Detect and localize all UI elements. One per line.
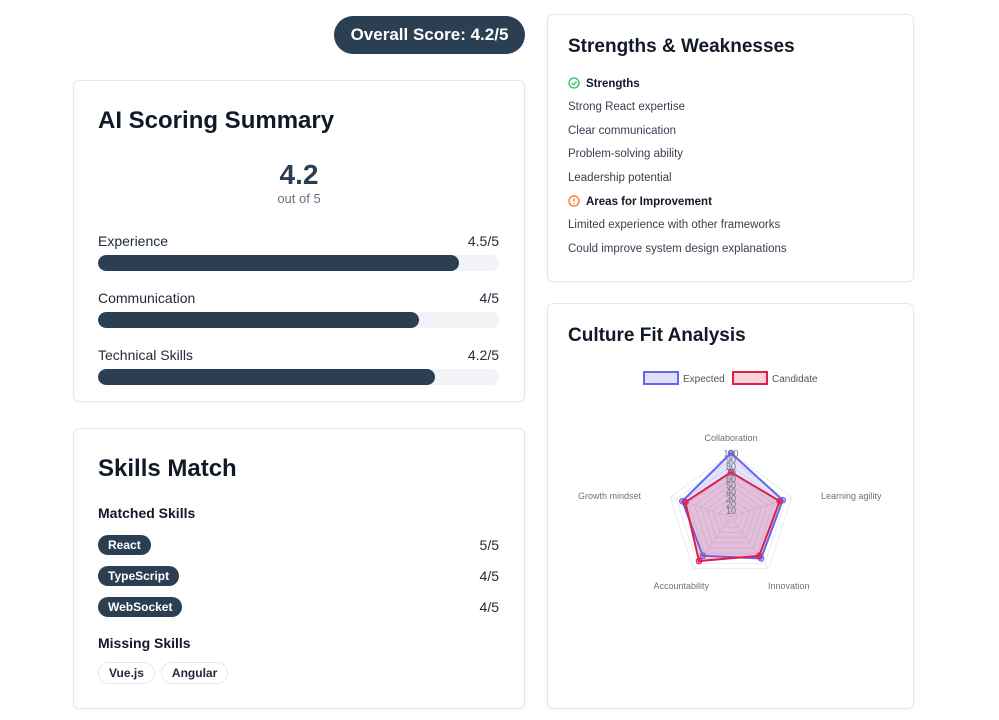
skill-tag: TypeScript (98, 565, 180, 586)
list-item: Clear communication (568, 124, 677, 137)
list-item: Could improve system design explanations (568, 242, 787, 255)
score-bar-value: 4.2/5 (467, 347, 499, 363)
skill-score: 4/5 (479, 567, 499, 584)
check-circle-icon (568, 76, 580, 92)
ai-scoring-summary-title: AI Scoring Summary (98, 107, 335, 134)
improvements-list: Limited experience with other frameworks… (568, 214, 901, 261)
radar-category-label: Innovation (768, 581, 810, 591)
strengths-heading-label: Strengths (586, 78, 640, 90)
big-score: 4.2 (279, 159, 319, 190)
radar-category-label: Learning agility (821, 491, 882, 501)
radar-point (695, 557, 703, 565)
radar-point (755, 552, 763, 560)
score-display: 4.2 out of 5 (74, 159, 524, 206)
ai-scoring-summary-card: AI Scoring Summary 4.2 out of 5 Experien… (73, 80, 525, 402)
strengths-weaknesses-card: Strengths & Weaknesses Strengths Strong … (547, 14, 914, 282)
score-bar-item: Communication 4/5 (98, 290, 499, 328)
list-item: Leadership potential (568, 171, 672, 184)
score-bar-value: 4/5 (479, 290, 499, 306)
out-of-label: out of 5 (277, 191, 321, 206)
score-bar-label: Experience (98, 233, 169, 249)
culture-fit-radar-chart: Expected Candidate102030405060708090100Co… (578, 371, 882, 591)
improvements-heading-label: Areas for Improvement (586, 196, 712, 208)
culture-fit-title: Culture Fit Analysis (568, 325, 746, 346)
missing-skills-heading: Missing Skills (98, 635, 191, 651)
strengths-heading: Strengths (568, 72, 901, 96)
list-item: Strong React expertise (568, 101, 685, 113)
legend-swatch (643, 371, 679, 385)
alert-circle-icon (568, 194, 580, 210)
missing-skills-list: Vue.js Angular (98, 662, 229, 684)
score-bar-fill (98, 312, 419, 328)
legend-label: Candidate (772, 374, 818, 385)
legend-label: Expected (683, 374, 725, 385)
score-bars: Experience 4.5/5 Communication 4/5 Technical… (98, 233, 499, 404)
score-bar-item: Technical Skills 4.2/5 (98, 347, 499, 385)
score-bar-value: 4.5/5 (467, 233, 499, 249)
matched-skill-row: React 5/5 (98, 529, 499, 560)
sw-content: Strengths Strong React expertise Clear co… (568, 72, 901, 261)
missing-skill-tag: Vue.js (98, 662, 155, 684)
score-bar-track (98, 312, 499, 328)
skill-score: 5/5 (479, 536, 499, 553)
matched-skills-heading: Matched Skills (98, 505, 196, 521)
radar-category-label: Accountability (653, 581, 709, 591)
missing-skill-tag: Angular (160, 662, 229, 684)
matched-skill-row: TypeScript 4/5 (98, 560, 499, 591)
overall-score-badge: Overall Score: 4.2/5 (334, 16, 525, 54)
score-bar-label: Technical Skills (98, 347, 193, 363)
radar-point (682, 498, 689, 506)
strengths-weaknesses-title: Strengths & Weaknesses (568, 36, 795, 57)
list-item: Problem-solving ability (568, 148, 684, 160)
legend-swatch (732, 371, 768, 385)
score-bar-track (98, 369, 499, 385)
matched-skills-list: React 5/5 TypeScript 4/5 WebSocket 4/5 (98, 529, 499, 622)
score-bar-fill (98, 255, 459, 271)
skill-tag: React (98, 534, 151, 555)
score-bar-item: Experience 4.5/5 (98, 233, 499, 271)
culture-fit-card: Culture Fit Analysis Expected Candidate 10… (547, 303, 914, 709)
skill-tag: WebSocket (98, 596, 183, 617)
skills-match-title: Skills Match (98, 455, 237, 482)
radar-point (776, 497, 783, 505)
improvements-heading: Areas for Improvement (568, 190, 901, 214)
matched-skill-row: WebSocket 4/5 (98, 591, 499, 622)
skills-match-card: Skills Match Matched Skills React 5/5 Type… (73, 428, 525, 709)
score-bar-track (98, 255, 499, 271)
radar-category-label: Collaboration (704, 433, 757, 443)
list-item: Limited experience with other frameworks (568, 219, 781, 231)
radar-category-label: Growth mindset (578, 491, 642, 501)
radar-tick-label: 100 (723, 449, 738, 459)
strengths-list: Strong React expertise Clear communicatio… (568, 96, 901, 190)
skill-score: 4/5 (479, 598, 499, 615)
score-bar-fill (98, 369, 435, 385)
score-bar-label: Communication (98, 290, 196, 306)
